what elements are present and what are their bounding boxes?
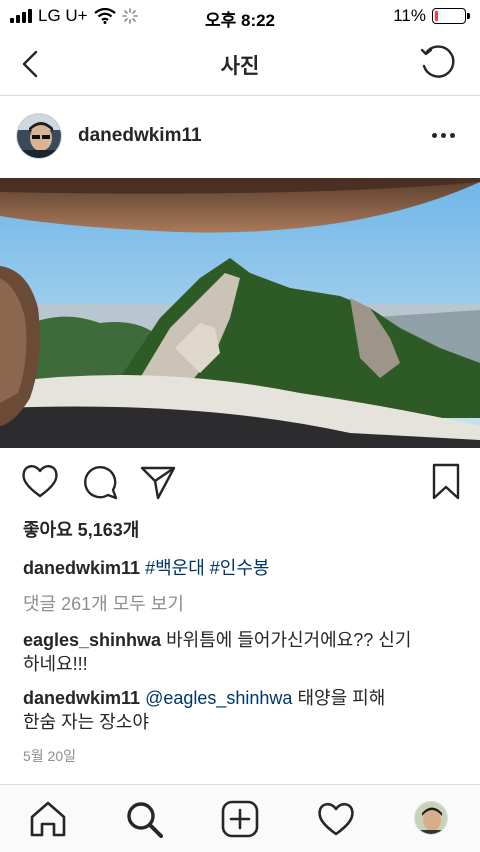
comment-text: 태양을 피해 bbox=[297, 688, 386, 708]
status-bar: LG U+ 오후 8:22 11% bbox=[0, 0, 480, 32]
caption-username[interactable]: danedwkim11 bbox=[23, 558, 140, 578]
mountain-photo bbox=[0, 178, 480, 448]
hashtag-link[interactable]: #인수봉 bbox=[210, 558, 270, 578]
comment-username[interactable]: danedwkim11 bbox=[23, 688, 140, 708]
comment-text: 바위틈에 들어가신거에요?? 신기 bbox=[166, 630, 412, 650]
view-all-comments-link[interactable]: 댓글 261개 모두 보기 bbox=[23, 592, 184, 616]
caption: danedwkim11 #백운대 #인수봉 bbox=[23, 556, 270, 580]
comment-text-continued: 한숨 자는 장소야 bbox=[23, 712, 149, 732]
post-photo[interactable] bbox=[0, 178, 480, 448]
activity-icon[interactable] bbox=[314, 797, 358, 841]
battery-fill bbox=[435, 11, 438, 21]
status-right: 11% bbox=[393, 6, 470, 26]
post-header: danedwkim11 bbox=[0, 97, 480, 177]
refresh-icon[interactable] bbox=[418, 44, 458, 84]
comment-text-continued: 하네요!!! bbox=[23, 654, 88, 674]
battery-icon bbox=[432, 8, 470, 24]
search-icon[interactable] bbox=[122, 797, 166, 841]
bookmark-icon[interactable] bbox=[426, 460, 466, 504]
page-title: 사진 bbox=[220, 55, 260, 78]
comment-line: danedwkim11 @eagles_shinhwa 태양을 피해 bbox=[23, 686, 385, 710]
comment-line: eagles_shinhwa 바위틈에 들어가신거에요?? 신기 bbox=[23, 628, 411, 652]
post-actions bbox=[0, 460, 480, 508]
nav-header: 사진 bbox=[0, 32, 480, 96]
bottom-tab-bar bbox=[0, 784, 480, 852]
comment-username[interactable]: eagles_shinhwa bbox=[23, 630, 161, 650]
post-username[interactable]: danedwkim11 bbox=[78, 125, 202, 147]
mention-link[interactable]: @eagles_shinhwa bbox=[145, 688, 292, 708]
avatar[interactable] bbox=[16, 113, 62, 159]
hashtag-link[interactable]: #백운대 bbox=[145, 558, 205, 578]
post-date: 5월 20일 bbox=[23, 748, 77, 764]
comment-icon[interactable] bbox=[80, 460, 120, 504]
home-icon[interactable] bbox=[26, 797, 70, 841]
send-icon[interactable] bbox=[138, 460, 178, 504]
more-horizontal-icon[interactable] bbox=[432, 125, 458, 145]
likes-count[interactable]: 좋아요 5,163개 bbox=[23, 518, 139, 542]
profile-avatar[interactable] bbox=[414, 801, 448, 835]
add-icon[interactable] bbox=[218, 797, 262, 841]
battery-percent: 11% bbox=[393, 6, 426, 25]
heart-icon[interactable] bbox=[20, 460, 60, 504]
